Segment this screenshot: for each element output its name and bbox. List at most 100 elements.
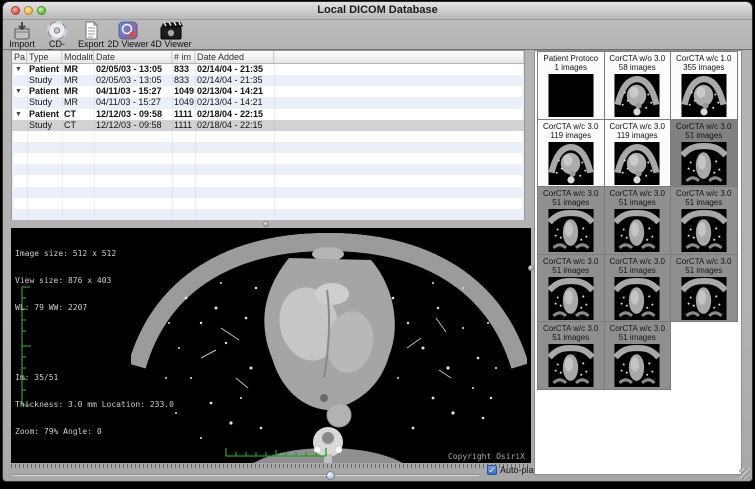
series-thumbnail-image xyxy=(548,209,594,252)
table-row[interactable]: StudyMR02/05/03 - 13:05 83302/14/04 - 21… xyxy=(12,75,524,86)
series-matrix: Patient Protoco 1 images CorCTA w/o 3.0 … xyxy=(537,51,738,390)
disclosure-triangle-icon[interactable] xyxy=(12,120,27,131)
slider-thumb[interactable] xyxy=(326,471,335,480)
series-image-count: 51 images xyxy=(671,266,737,275)
table-row xyxy=(12,175,524,186)
series-image-count: 51 images xyxy=(605,198,671,207)
table-row xyxy=(12,153,524,164)
image-viewer[interactable]: Image size: 512 x 512 View size: 876 x 4… xyxy=(11,228,531,463)
study-table-header[interactable]: Pa Type Modality Date # im Date Added xyxy=(12,51,524,64)
import-icon xyxy=(6,21,38,40)
viewer-2d-button[interactable]: 2D Viewer xyxy=(107,21,149,49)
titlebar[interactable]: Local DICOM Database xyxy=(3,2,752,20)
image-slider[interactable] xyxy=(13,471,479,479)
series-title: CorCTA w/c 3.0 xyxy=(671,257,737,266)
table-row[interactable]: StudyCT12/12/03 - 09:58 111102/18/04 - 2… xyxy=(12,120,524,131)
column-header-im[interactable]: # im xyxy=(172,51,195,63)
horizontal-splitter-handle[interactable] xyxy=(263,221,269,227)
series-thumbnail[interactable]: Patient Protoco 1 images xyxy=(538,52,605,120)
disclosure-triangle-icon[interactable] xyxy=(12,97,27,108)
disclosure-triangle-icon[interactable] xyxy=(12,209,27,220)
series-thumbnail[interactable]: CorCTA w/c 3.0 51 images xyxy=(605,322,672,390)
series-thumbnail[interactable]: CorCTA w/o 3.0 58 images xyxy=(605,52,672,120)
series-image-count: 51 images xyxy=(671,131,737,140)
series-thumbnail[interactable]: CorCTA w/c 1.0 355 images xyxy=(671,52,738,120)
disclosure-triangle-icon[interactable] xyxy=(12,164,27,175)
autoplay-checkbox[interactable]: ✓ xyxy=(487,465,497,475)
table-row[interactable]: StudyMR04/11/03 - 15:27 104902/13/04 - 1… xyxy=(12,97,524,108)
disclosure-triangle-icon[interactable] xyxy=(12,131,27,142)
export-button[interactable]: Export xyxy=(75,21,107,49)
series-thumbnail-image xyxy=(548,74,594,117)
series-image-count: 1 images xyxy=(538,63,604,72)
disclosure-triangle-icon[interactable] xyxy=(12,153,27,164)
series-image-count: 51 images xyxy=(538,333,604,342)
table-row xyxy=(12,142,524,153)
disclosure-triangle-icon[interactable]: ▼ xyxy=(12,109,27,120)
series-thumbnail[interactable]: CorCTA w/c 3.0 51 images xyxy=(538,322,605,390)
disclosure-triangle-icon[interactable] xyxy=(12,187,27,198)
disclosure-triangle-icon[interactable]: ▼ xyxy=(12,86,27,97)
import-button[interactable]: Import xyxy=(6,21,38,49)
column-divider xyxy=(274,51,275,219)
autoplay-label: Auto-play xyxy=(500,465,538,475)
series-image-count: 51 images xyxy=(538,266,604,275)
column-divider xyxy=(94,51,95,219)
viewer-4d-icon xyxy=(149,21,193,40)
series-thumbnail-image xyxy=(614,344,660,387)
viewer-2d-icon xyxy=(107,21,149,40)
series-image-count: 51 images xyxy=(538,198,604,207)
series-thumbnail-image xyxy=(548,142,594,185)
series-thumbnail-image xyxy=(548,277,594,320)
series-thumbnail[interactable]: CorCTA w/c 3.0 51 images xyxy=(671,120,738,188)
cdrom-button[interactable]: CD-Rom xyxy=(40,21,74,49)
series-image-count: 51 images xyxy=(605,333,671,342)
series-thumbnail[interactable]: CorCTA w/c 3.0 51 images xyxy=(605,187,672,255)
disclosure-triangle-icon[interactable] xyxy=(12,142,27,153)
series-thumbnail-image xyxy=(681,277,727,320)
disclosure-triangle-icon[interactable] xyxy=(12,75,27,86)
column-divider xyxy=(27,51,28,219)
series-thumbnail[interactable]: CorCTA w/c 3.0 51 images xyxy=(538,255,605,323)
table-row xyxy=(12,209,524,220)
series-title: CorCTA w/c 3.0 xyxy=(605,257,671,266)
autoplay-control[interactable]: ✓ Auto-play xyxy=(487,465,538,475)
series-title: CorCTA w/c 3.0 xyxy=(605,189,671,198)
window-title: Local DICOM Database xyxy=(3,4,752,16)
resize-grip[interactable] xyxy=(739,468,750,479)
study-table-body: ▼ PatientMR02/05/03 - 13:05 83302/14/04 … xyxy=(12,64,524,220)
ct-axial-image[interactable] xyxy=(131,228,527,463)
table-row[interactable]: ▼ PatientMR04/11/03 - 15:27 104902/13/04… xyxy=(12,86,524,97)
series-title: CorCTA w/c 3.0 xyxy=(605,122,671,131)
series-image-count: 58 images xyxy=(605,63,671,72)
series-title: Patient Protoco xyxy=(538,54,604,63)
column-header-pa[interactable]: Pa xyxy=(12,51,27,63)
table-row[interactable]: ▼ PatientCT12/12/03 - 09:58 111102/18/04… xyxy=(12,109,524,120)
column-divider xyxy=(172,51,173,219)
series-thumbnail[interactable]: CorCTA w/c 3.0 51 images xyxy=(671,187,738,255)
series-thumbnail[interactable]: CorCTA w/c 3.0 119 images xyxy=(538,120,605,188)
column-header-date-added[interactable]: Date Added xyxy=(195,51,274,63)
viewer-4d-button[interactable]: 4D Viewer xyxy=(149,21,193,49)
disclosure-triangle-icon[interactable] xyxy=(12,198,27,209)
copyright-label: Copyright OsiriX xyxy=(448,452,525,461)
disclosure-triangle-icon[interactable] xyxy=(12,175,27,186)
series-thumbnail-image xyxy=(614,74,660,117)
series-thumbnail[interactable]: CorCTA w/c 3.0 51 images xyxy=(538,187,605,255)
slider-track[interactable] xyxy=(13,474,479,476)
series-thumbnail[interactable]: CorCTA w/c 3.0 119 images xyxy=(605,120,672,188)
table-row[interactable]: ▼ PatientMR02/05/03 - 13:05 83302/14/04 … xyxy=(12,64,524,75)
series-thumbnail-image xyxy=(681,209,727,252)
overlay-slice-info: Im: 35/51 Thickness: 3.0 mm Location: 23… xyxy=(15,355,174,454)
disclosure-triangle-icon[interactable]: ▼ xyxy=(12,64,27,75)
slice-tick-ruler xyxy=(11,463,531,468)
series-thumbnail-image xyxy=(681,74,727,117)
series-title: CorCTA w/c 3.0 xyxy=(538,189,604,198)
column-header-modality[interactable]: Modality xyxy=(62,51,94,63)
column-header-type[interactable]: Type xyxy=(27,51,62,63)
column-header-date[interactable]: Date xyxy=(94,51,172,63)
table-row xyxy=(12,198,524,209)
series-thumbnail[interactable]: CorCTA w/c 3.0 51 images xyxy=(605,255,672,323)
series-thumbnail[interactable]: CorCTA w/c 3.0 51 images xyxy=(671,255,738,323)
series-panel: Patient Protoco 1 images CorCTA w/o 3.0 … xyxy=(534,50,742,475)
